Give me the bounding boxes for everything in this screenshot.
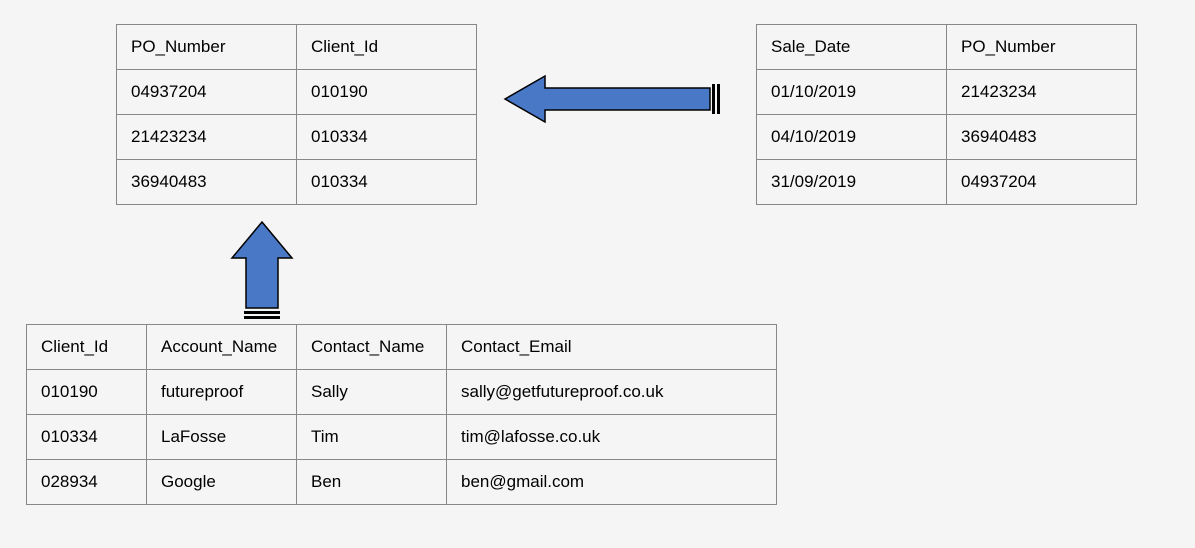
table-header-row: Client_Id Account_Name Contact_Name Cont… — [27, 325, 777, 370]
col-header: Contact_Email — [447, 325, 777, 370]
cell: 010334 — [27, 415, 147, 460]
table-row: 01/10/2019 21423234 — [757, 70, 1137, 115]
cell: 010190 — [27, 370, 147, 415]
cell: sally@getfutureproof.co.uk — [447, 370, 777, 415]
col-header: Contact_Name — [297, 325, 447, 370]
table-header-row: PO_Number Client_Id — [117, 25, 477, 70]
cell: 36940483 — [117, 160, 297, 205]
client-table: Client_Id Account_Name Contact_Name Cont… — [26, 324, 777, 505]
col-header: Client_Id — [27, 325, 147, 370]
cell: 028934 — [27, 460, 147, 505]
arrow-up-icon — [232, 222, 292, 320]
cell: 04937204 — [117, 70, 297, 115]
cell: Ben — [297, 460, 447, 505]
cell: LaFosse — [147, 415, 297, 460]
cell: 31/09/2019 — [757, 160, 947, 205]
table-row: 04/10/2019 36940483 — [757, 115, 1137, 160]
cell: 010334 — [297, 115, 477, 160]
col-header: PO_Number — [947, 25, 1137, 70]
cell: 01/10/2019 — [757, 70, 947, 115]
col-header: Sale_Date — [757, 25, 947, 70]
cell: Google — [147, 460, 297, 505]
col-header: Client_Id — [297, 25, 477, 70]
cell: 04/10/2019 — [757, 115, 947, 160]
cell: Tim — [297, 415, 447, 460]
table-row: 028934 Google Ben ben@gmail.com — [27, 460, 777, 505]
cell: futureproof — [147, 370, 297, 415]
col-header: PO_Number — [117, 25, 297, 70]
cell: 010190 — [297, 70, 477, 115]
table-row: 04937204 010190 — [117, 70, 477, 115]
cell: 21423234 — [947, 70, 1137, 115]
cell: 04937204 — [947, 160, 1137, 205]
cell: 21423234 — [117, 115, 297, 160]
col-header: Account_Name — [147, 325, 297, 370]
sale-po-table: Sale_Date PO_Number 01/10/2019 21423234 … — [756, 24, 1137, 205]
table-row: 010190 futureproof Sally sally@getfuture… — [27, 370, 777, 415]
table-header-row: Sale_Date PO_Number — [757, 25, 1137, 70]
table-row: 21423234 010334 — [117, 115, 477, 160]
cell: ben@gmail.com — [447, 460, 777, 505]
table-row: 36940483 010334 — [117, 160, 477, 205]
arrow-left-icon — [505, 76, 720, 122]
cell: 010334 — [297, 160, 477, 205]
po-client-table: PO_Number Client_Id 04937204 010190 2142… — [116, 24, 477, 205]
table-row: 010334 LaFosse Tim tim@lafosse.co.uk — [27, 415, 777, 460]
cell: tim@lafosse.co.uk — [447, 415, 777, 460]
cell: 36940483 — [947, 115, 1137, 160]
cell: Sally — [297, 370, 447, 415]
table-row: 31/09/2019 04937204 — [757, 160, 1137, 205]
